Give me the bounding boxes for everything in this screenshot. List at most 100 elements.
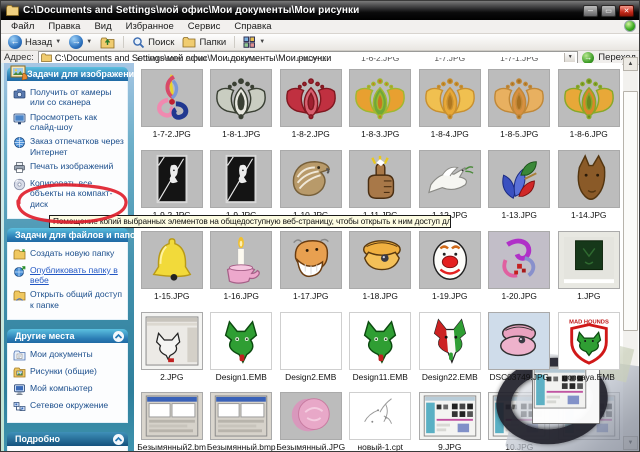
task-cd[interactable]: Копировать все объекты на компакт-диск [13, 178, 124, 209]
file-1-7-2.JPG[interactable]: 1-7-2.JPG [137, 69, 207, 139]
file-1-10.JPG[interactable]: 1-10.JPG [276, 150, 346, 220]
search-button[interactable]: Поиск [129, 35, 177, 50]
views-dropdown-icon[interactable]: ▼ [259, 39, 265, 45]
back-dropdown-icon[interactable]: ▼ [55, 39, 61, 45]
task-computer[interactable]: Мой компьютер [13, 383, 124, 396]
file-DSC03749.JPG[interactable]: DSC03749.JPG [485, 312, 555, 382]
forward-button[interactable]: → ▼ [66, 35, 95, 50]
clipped-file-label [554, 57, 624, 64]
close-button[interactable]: ✕ [619, 4, 634, 17]
file-1-9.JPG[interactable]: 1-9.JPG [207, 150, 277, 220]
minimize-button[interactable]: ─ [583, 4, 598, 17]
file-label: 1-20.JPG [501, 291, 537, 301]
thumbnail [557, 392, 620, 440]
file-1-20.JPG[interactable]: 1-20.JPG [485, 231, 555, 301]
file-1-9-2.JPG[interactable]: 1-9-2.JPG [137, 150, 207, 220]
menu-Вид[interactable]: Вид [87, 21, 118, 32]
task-prints[interactable]: Заказ отпечатков через Интернет [13, 136, 124, 157]
file-1-8-3.JPG[interactable]: 1-8-3.JPG [346, 69, 416, 139]
file-1-17.JPG[interactable]: 1-17.JPG [276, 231, 346, 301]
share-icon [13, 289, 26, 302]
folders-button[interactable]: Папки [179, 35, 229, 50]
panel-header-file-tasks[interactable]: Задачи для файлов и папок [7, 227, 134, 242]
file-label: новый-1.cpt [357, 442, 403, 452]
chevron-up-icon[interactable] [113, 433, 124, 445]
thumbnail [210, 69, 273, 127]
task-printer[interactable]: Печать изображений [13, 161, 124, 174]
file-Design22.EMB[interactable]: Design22.EMB [415, 312, 485, 382]
panel-header-details[interactable]: Подробно [7, 432, 128, 447]
views-button[interactable]: ▼ [240, 35, 268, 50]
file-1-8-6.JPG[interactable]: 1-8-6.JPG [554, 69, 624, 139]
clipped-file-label: 1-6.JPG [295, 57, 327, 63]
task-folder-docs[interactable]: Мои документы [13, 349, 124, 362]
panel-header-other-places[interactable]: Другие места [7, 329, 128, 344]
task-camera[interactable]: Получить от камеры или со сканера [13, 87, 124, 108]
task-label: Заказ отпечатков через Интернет [30, 136, 124, 157]
scroll-down-icon[interactable]: ▼ [623, 436, 638, 450]
file-2.JPG[interactable]: 2.JPG [137, 312, 207, 382]
up-button[interactable] [97, 35, 118, 50]
maximize-button[interactable]: ▭ [601, 4, 616, 17]
toolbar-separator [123, 36, 125, 48]
thumbnail [140, 231, 203, 289]
file-Безымянный.JPG[interactable]: Безымянный.JPG [276, 392, 346, 451]
file-goncaya.EMB[interactable]: MAD HOUNDS goncaya.EMB [554, 312, 624, 382]
panel-body-picture-tasks: Получить от камеры или со сканера Просмот… [7, 81, 128, 219]
address-label: Адрес: [4, 52, 34, 63]
file-Design2.EMB[interactable]: Design2.EMB [276, 312, 346, 382]
task-new-folder[interactable]: Создать новую папку [13, 248, 124, 261]
file-1-16.JPG[interactable]: 1-16.JPG [207, 231, 277, 301]
file-1-15.JPG[interactable]: 1-15.JPG [137, 231, 207, 301]
forward-arrow-icon: → [69, 35, 84, 49]
task-network[interactable]: Сетевое окружение [13, 400, 124, 413]
thumbnail [349, 231, 412, 289]
file-1-14.JPG[interactable]: 1-14.JPG [554, 150, 624, 220]
task-slideshow[interactable]: Просмотреть как слайд-шоу [13, 112, 124, 133]
panel-body-file-tasks: Создать новую папку Опубликовать папку в … [7, 241, 128, 321]
file-Design1.EMB[interactable]: Design1.EMB [207, 312, 277, 382]
clipped-file-label: 1-5.JPG [225, 57, 257, 63]
file-1-19.JPG[interactable]: 1-19.JPG [415, 231, 485, 301]
file-новый-1.cpt[interactable]: новый-1.cpt [346, 392, 416, 452]
task-publish[interactable]: Опубликовать папку в вебе [13, 265, 124, 286]
file-1-8-1.JPG[interactable]: 1-8-1.JPG [207, 69, 277, 139]
file-label: 1-15.JPG [154, 291, 190, 301]
file-1.JPG[interactable]: 1.JPG [554, 231, 624, 301]
file-9.JPG[interactable]: 9.JPG [415, 392, 485, 451]
clipped-file-label: 1-6-2.JPG [361, 57, 400, 63]
menu-Справка[interactable]: Справка [227, 21, 278, 32]
file-Безымянный2.bmp[interactable]: Безымянный2.bmp [137, 392, 207, 451]
menu-Правка[interactable]: Правка [41, 21, 87, 32]
scroll-up-icon[interactable]: ▲ [623, 57, 638, 71]
file-1-8-4.JPG[interactable]: 1-8-4.JPG [415, 69, 485, 139]
task-label: Мои документы [30, 349, 93, 360]
file-hidden[interactable] [554, 392, 624, 451]
task-share[interactable]: Открыть общий доступ к папке [13, 289, 124, 310]
file-1-8-5.JPG[interactable]: 1-8-5.JPG [485, 69, 555, 139]
file-Безымянный.bmp[interactable]: Безымянный.bmp [207, 392, 277, 451]
back-button[interactable]: ← Назад ▼ [5, 35, 64, 50]
file-1-8-2.JPG[interactable]: 1-8-2.JPG [276, 69, 346, 139]
clipped-label-row: Downloaded Albums 1-5.JPG 1-6.JPG 1-6-2.JPG… [137, 57, 624, 64]
file-10.JPG[interactable]: 10.JPG [485, 392, 555, 451]
file-1-11.JPG[interactable]: 1-11.JPG [346, 150, 416, 220]
file-label: 1-8-5.JPG [500, 129, 539, 139]
title-bar[interactable]: C:\Documents and Settings\мой офис\Мои д… [1, 1, 639, 20]
thumbnail [349, 69, 412, 127]
slideshow-icon [13, 112, 26, 125]
search-icon [133, 36, 145, 48]
network-icon [13, 400, 26, 413]
menu-Файл[interactable]: Файл [4, 21, 41, 32]
menu-Избранное[interactable]: Избранное [119, 21, 181, 32]
file-1-18.JPG[interactable]: 1-18.JPG [346, 231, 416, 301]
file-1-13.JPG[interactable]: 1-13.JPG [485, 150, 555, 220]
task-folder-pics[interactable]: Рисунки (общие) [13, 366, 124, 379]
vertical-scrollbar[interactable]: ▲ ▼ [623, 57, 638, 450]
file-1-12.JPG[interactable]: 1-12.JPG [415, 150, 485, 220]
file-Design11.EMB[interactable]: Design11.EMB [346, 312, 416, 382]
forward-dropdown-icon[interactable]: ▼ [86, 39, 92, 45]
chevron-up-icon[interactable] [113, 330, 124, 342]
menu-Сервис[interactable]: Сервис [181, 21, 228, 32]
scrollbar-thumb[interactable] [623, 91, 638, 331]
